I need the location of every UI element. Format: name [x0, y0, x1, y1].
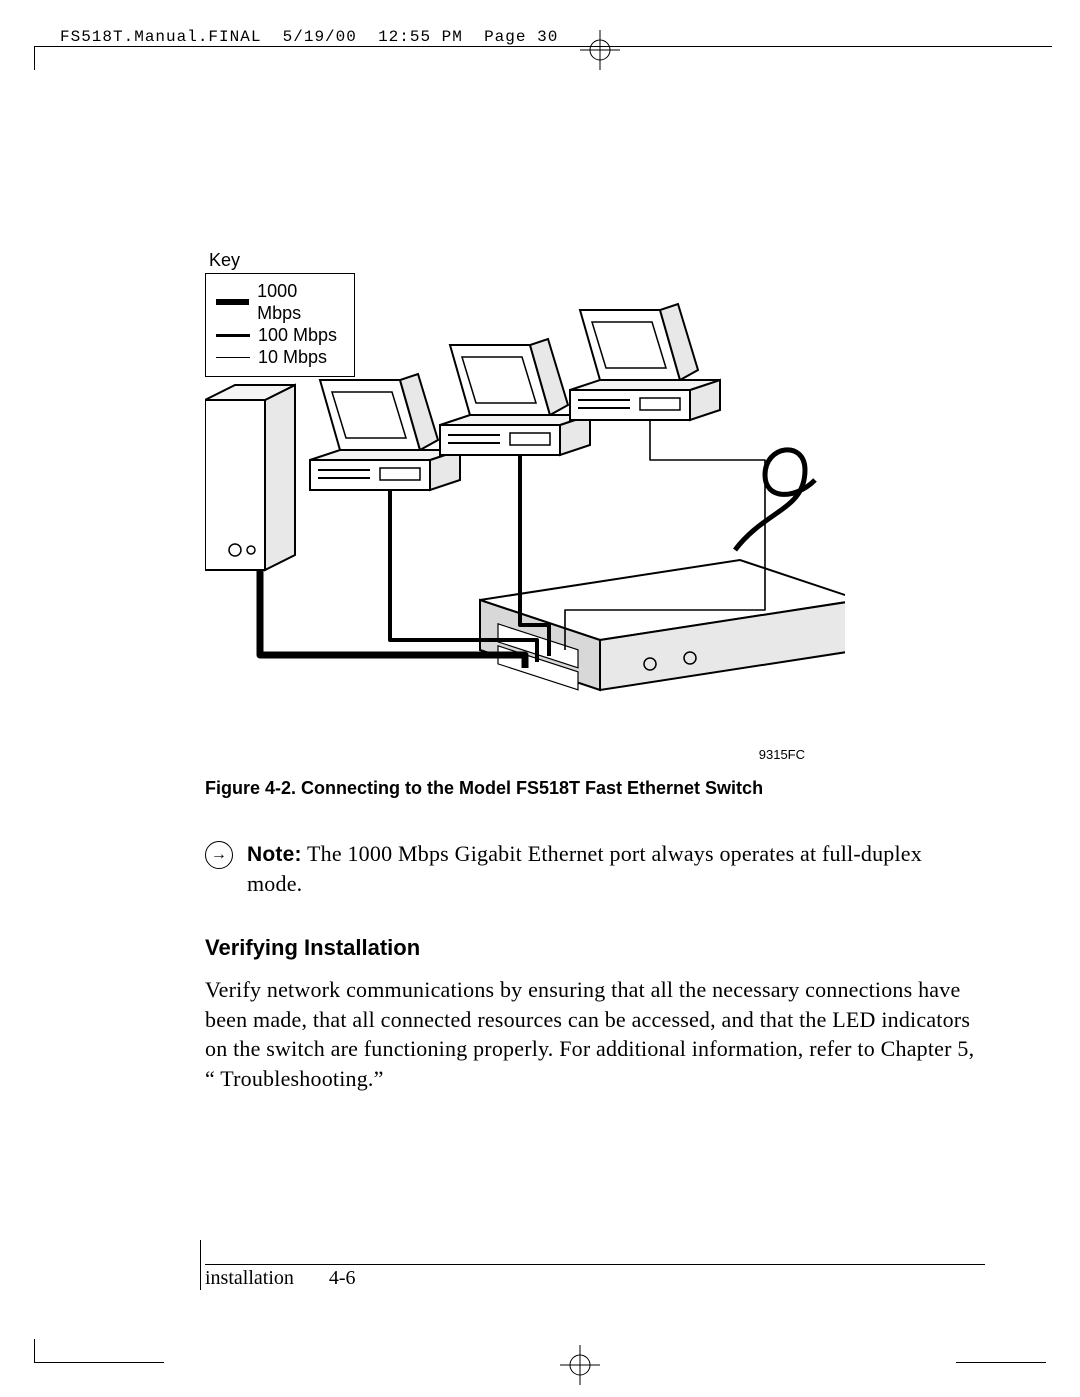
registration-mark-top	[580, 30, 620, 70]
note-block: → Note: The 1000 Mbps Gigabit Ethernet p…	[205, 839, 965, 899]
doc-slug: FS518T.Manual.FINAL	[60, 28, 261, 46]
footer-rule	[205, 1264, 985, 1265]
figure-code: 9315FC	[759, 747, 805, 762]
doc-page: Page 30	[484, 28, 558, 46]
crop-bottom-rule-l	[34, 1362, 164, 1363]
note-body: The 1000 Mbps Gigabit Ethernet port alwa…	[247, 841, 922, 896]
page-footer: installation 4-6	[205, 1264, 985, 1290]
crop-header: FS518T.Manual.FINAL 5/19/00 12:55 PM Pag…	[0, 0, 1080, 58]
crop-bottom-rule-r	[956, 1362, 1046, 1363]
footer-section: installation	[205, 1267, 294, 1289]
crop-bottom-tick	[34, 1339, 35, 1363]
crop-footer	[0, 1317, 1080, 1397]
note-label: Note:	[247, 843, 302, 866]
doc-time: 12:55 PM	[378, 28, 463, 46]
note-text: Note: The 1000 Mbps Gigabit Ethernet por…	[247, 839, 965, 899]
footer-gutter-rule	[200, 1240, 201, 1290]
section-heading: Verifying Installation	[205, 935, 985, 961]
figure-caption: Figure 4-2. Connecting to the Model FS51…	[205, 778, 985, 799]
crop-top-tick	[34, 46, 35, 70]
network-diagram-svg	[205, 250, 845, 770]
registration-mark-bottom	[560, 1345, 600, 1385]
note-arrow-icon: →	[205, 841, 233, 869]
crop-top-rule	[34, 46, 1052, 47]
footer-page: 4-6	[329, 1267, 356, 1289]
figure-diagram: Key 1000 Mbps 100 Mbps 10 Mbps	[205, 250, 845, 770]
doc-date: 5/19/00	[283, 28, 357, 46]
prepress-header: FS518T.Manual.FINAL 5/19/00 12:55 PM Pag…	[60, 28, 558, 46]
section-paragraph: Verify network communications by ensurin…	[205, 975, 985, 1094]
